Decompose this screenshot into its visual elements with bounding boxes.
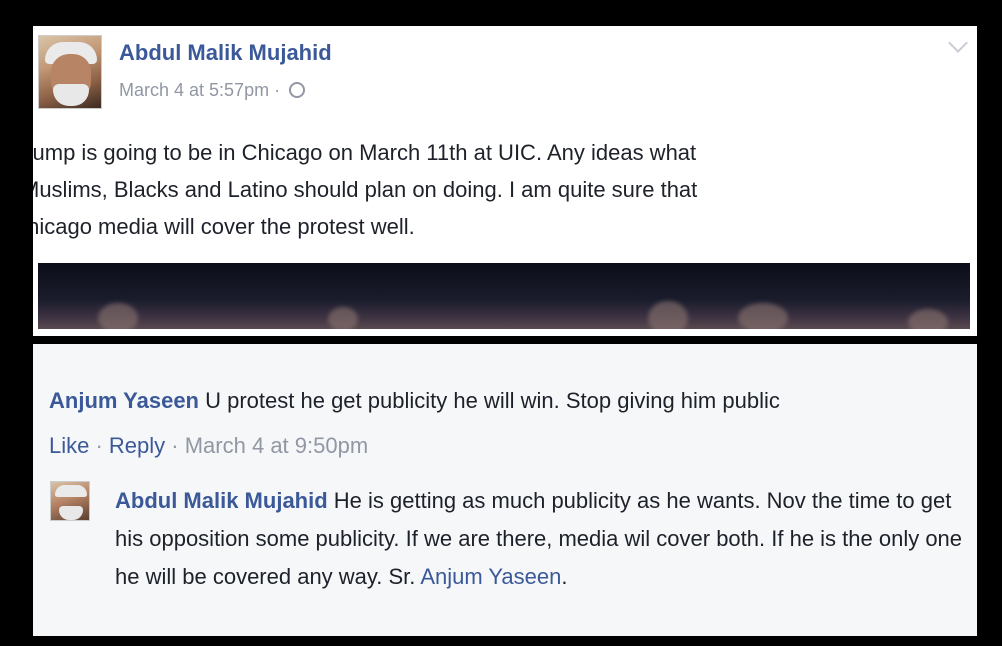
photo-blur-shape [738, 303, 788, 329]
action-separator: · [89, 433, 109, 458]
photo-blur-shape [98, 303, 138, 329]
chevron-down-icon[interactable] [948, 33, 968, 53]
post-meta: March 4 at 5:57pm · [119, 80, 306, 101]
reply-mention[interactable]: Anjum Yaseen [420, 564, 561, 589]
like-button[interactable]: Like [49, 433, 89, 458]
reply-end: . [561, 564, 568, 589]
post-author-name[interactable]: Abdul Malik Mujahid [119, 40, 332, 66]
post-card: Abdul Malik Mujahid March 4 at 5:57pm · … [33, 26, 977, 336]
comment-timestamp[interactable]: March 4 at 9:50pm [185, 433, 368, 458]
comment: Anjum Yaseen U protest he get publicity … [49, 388, 977, 414]
avatar-beard [53, 84, 89, 106]
reply-button[interactable]: Reply [109, 433, 165, 458]
globe-icon [289, 82, 306, 98]
meta-separator: · [269, 80, 286, 100]
post-photo[interactable] [38, 263, 970, 329]
post-text: 'rump is going to be in Chicago on March… [33, 140, 698, 239]
avatar-beard [59, 506, 83, 520]
photo-blur-shape [648, 301, 688, 329]
comments-section: Anjum Yaseen U protest he get publicity … [33, 344, 977, 636]
reply-author-name[interactable]: Abdul Malik Mujahid [115, 488, 328, 513]
comment-actions: Like · Reply · March 4 at 9:50pm [49, 433, 368, 459]
photo-blur-shape [908, 309, 948, 329]
reply-comment: Abdul Malik Mujahid He is getting as muc… [115, 482, 977, 596]
avatar-hair [55, 485, 87, 497]
comment-text: U protest he get publicity he will win. … [199, 388, 780, 413]
reply-author-avatar[interactable] [50, 481, 90, 521]
author-avatar[interactable] [38, 35, 102, 109]
comment-author-name[interactable]: Anjum Yaseen [49, 388, 199, 413]
action-separator: · [165, 433, 185, 458]
post-timestamp[interactable]: March 4 at 5:57pm [119, 80, 269, 100]
photo-blur-shape [328, 307, 358, 329]
